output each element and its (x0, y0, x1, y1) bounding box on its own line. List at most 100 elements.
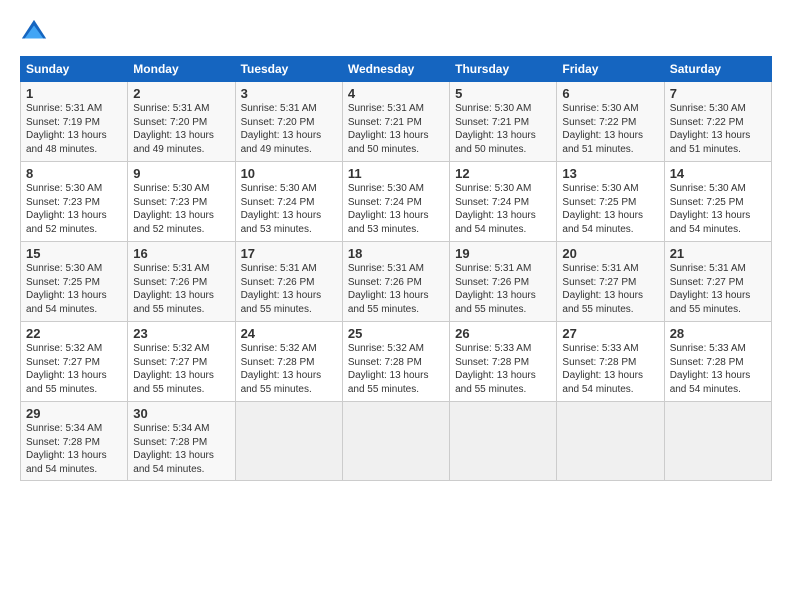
day-number: 4 (348, 86, 444, 101)
day-detail: Sunrise: 5:31 AMSunset: 7:19 PMDaylight:… (26, 103, 107, 155)
calendar-cell (450, 402, 557, 481)
day-detail: Sunrise: 5:33 AMSunset: 7:28 PMDaylight:… (562, 343, 643, 395)
calendar-cell: 6 Sunrise: 5:30 AMSunset: 7:22 PMDayligh… (557, 82, 664, 162)
day-number: 23 (133, 326, 229, 341)
day-number: 9 (133, 166, 229, 181)
col-header-friday: Friday (557, 57, 664, 82)
calendar-cell: 24 Sunrise: 5:32 AMSunset: 7:28 PMDaylig… (235, 322, 342, 402)
day-detail: Sunrise: 5:30 AMSunset: 7:24 PMDaylight:… (455, 183, 536, 235)
day-number: 2 (133, 86, 229, 101)
calendar-cell: 2 Sunrise: 5:31 AMSunset: 7:20 PMDayligh… (128, 82, 235, 162)
day-number: 24 (241, 326, 337, 341)
week-row-4: 22 Sunrise: 5:32 AMSunset: 7:27 PMDaylig… (21, 322, 772, 402)
day-number: 17 (241, 246, 337, 261)
calendar-cell: 10 Sunrise: 5:30 AMSunset: 7:24 PMDaylig… (235, 162, 342, 242)
day-detail: Sunrise: 5:32 AMSunset: 7:27 PMDaylight:… (26, 343, 107, 395)
calendar-cell: 20 Sunrise: 5:31 AMSunset: 7:27 PMDaylig… (557, 242, 664, 322)
calendar-cell: 23 Sunrise: 5:32 AMSunset: 7:27 PMDaylig… (128, 322, 235, 402)
day-detail: Sunrise: 5:30 AMSunset: 7:22 PMDaylight:… (670, 103, 751, 155)
day-number: 15 (26, 246, 122, 261)
day-detail: Sunrise: 5:31 AMSunset: 7:27 PMDaylight:… (562, 263, 643, 315)
day-number: 6 (562, 86, 658, 101)
calendar-cell: 28 Sunrise: 5:33 AMSunset: 7:28 PMDaylig… (664, 322, 771, 402)
col-header-thursday: Thursday (450, 57, 557, 82)
day-detail: Sunrise: 5:32 AMSunset: 7:28 PMDaylight:… (348, 343, 429, 395)
day-number: 19 (455, 246, 551, 261)
day-number: 3 (241, 86, 337, 101)
day-detail: Sunrise: 5:31 AMSunset: 7:27 PMDaylight:… (670, 263, 751, 315)
day-number: 10 (241, 166, 337, 181)
calendar-cell: 9 Sunrise: 5:30 AMSunset: 7:23 PMDayligh… (128, 162, 235, 242)
calendar-cell (235, 402, 342, 481)
day-detail: Sunrise: 5:30 AMSunset: 7:25 PMDaylight:… (26, 263, 107, 315)
day-detail: Sunrise: 5:30 AMSunset: 7:24 PMDaylight:… (241, 183, 322, 235)
day-detail: Sunrise: 5:31 AMSunset: 7:20 PMDaylight:… (241, 103, 322, 155)
day-detail: Sunrise: 5:30 AMSunset: 7:24 PMDaylight:… (348, 183, 429, 235)
calendar-cell: 12 Sunrise: 5:30 AMSunset: 7:24 PMDaylig… (450, 162, 557, 242)
day-detail: Sunrise: 5:31 AMSunset: 7:21 PMDaylight:… (348, 103, 429, 155)
day-detail: Sunrise: 5:31 AMSunset: 7:26 PMDaylight:… (348, 263, 429, 315)
day-detail: Sunrise: 5:31 AMSunset: 7:26 PMDaylight:… (133, 263, 214, 315)
calendar-cell: 19 Sunrise: 5:31 AMSunset: 7:26 PMDaylig… (450, 242, 557, 322)
calendar-cell: 8 Sunrise: 5:30 AMSunset: 7:23 PMDayligh… (21, 162, 128, 242)
week-row-5: 29 Sunrise: 5:34 AMSunset: 7:28 PMDaylig… (21, 402, 772, 481)
day-number: 13 (562, 166, 658, 181)
day-number: 22 (26, 326, 122, 341)
day-number: 11 (348, 166, 444, 181)
day-number: 7 (670, 86, 766, 101)
day-number: 20 (562, 246, 658, 261)
day-number: 25 (348, 326, 444, 341)
calendar-cell: 1 Sunrise: 5:31 AMSunset: 7:19 PMDayligh… (21, 82, 128, 162)
logo (20, 18, 52, 46)
day-number: 28 (670, 326, 766, 341)
header (20, 18, 772, 46)
calendar-cell: 25 Sunrise: 5:32 AMSunset: 7:28 PMDaylig… (342, 322, 449, 402)
calendar-cell: 11 Sunrise: 5:30 AMSunset: 7:24 PMDaylig… (342, 162, 449, 242)
day-detail: Sunrise: 5:31 AMSunset: 7:20 PMDaylight:… (133, 103, 214, 155)
calendar-table: SundayMondayTuesdayWednesdayThursdayFrid… (20, 56, 772, 481)
calendar-cell: 16 Sunrise: 5:31 AMSunset: 7:26 PMDaylig… (128, 242, 235, 322)
day-detail: Sunrise: 5:34 AMSunset: 7:28 PMDaylight:… (26, 423, 107, 475)
day-detail: Sunrise: 5:32 AMSunset: 7:27 PMDaylight:… (133, 343, 214, 395)
header-row: SundayMondayTuesdayWednesdayThursdayFrid… (21, 57, 772, 82)
calendar-cell (664, 402, 771, 481)
day-detail: Sunrise: 5:31 AMSunset: 7:26 PMDaylight:… (241, 263, 322, 315)
day-number: 30 (133, 406, 229, 421)
calendar-cell: 5 Sunrise: 5:30 AMSunset: 7:21 PMDayligh… (450, 82, 557, 162)
day-detail: Sunrise: 5:30 AMSunset: 7:21 PMDaylight:… (455, 103, 536, 155)
col-header-sunday: Sunday (21, 57, 128, 82)
week-row-2: 8 Sunrise: 5:30 AMSunset: 7:23 PMDayligh… (21, 162, 772, 242)
day-detail: Sunrise: 5:30 AMSunset: 7:23 PMDaylight:… (26, 183, 107, 235)
col-header-tuesday: Tuesday (235, 57, 342, 82)
calendar-cell: 21 Sunrise: 5:31 AMSunset: 7:27 PMDaylig… (664, 242, 771, 322)
calendar-cell: 27 Sunrise: 5:33 AMSunset: 7:28 PMDaylig… (557, 322, 664, 402)
calendar-cell: 4 Sunrise: 5:31 AMSunset: 7:21 PMDayligh… (342, 82, 449, 162)
calendar-cell: 26 Sunrise: 5:33 AMSunset: 7:28 PMDaylig… (450, 322, 557, 402)
day-detail: Sunrise: 5:33 AMSunset: 7:28 PMDaylight:… (455, 343, 536, 395)
calendar-cell: 7 Sunrise: 5:30 AMSunset: 7:22 PMDayligh… (664, 82, 771, 162)
day-number: 29 (26, 406, 122, 421)
col-header-monday: Monday (128, 57, 235, 82)
calendar-cell: 18 Sunrise: 5:31 AMSunset: 7:26 PMDaylig… (342, 242, 449, 322)
week-row-1: 1 Sunrise: 5:31 AMSunset: 7:19 PMDayligh… (21, 82, 772, 162)
page: SundayMondayTuesdayWednesdayThursdayFrid… (0, 0, 792, 612)
day-detail: Sunrise: 5:33 AMSunset: 7:28 PMDaylight:… (670, 343, 751, 395)
calendar-cell: 22 Sunrise: 5:32 AMSunset: 7:27 PMDaylig… (21, 322, 128, 402)
day-number: 8 (26, 166, 122, 181)
calendar-cell (557, 402, 664, 481)
col-header-saturday: Saturday (664, 57, 771, 82)
calendar-cell: 17 Sunrise: 5:31 AMSunset: 7:26 PMDaylig… (235, 242, 342, 322)
calendar-cell: 29 Sunrise: 5:34 AMSunset: 7:28 PMDaylig… (21, 402, 128, 481)
day-number: 12 (455, 166, 551, 181)
day-number: 5 (455, 86, 551, 101)
day-detail: Sunrise: 5:30 AMSunset: 7:23 PMDaylight:… (133, 183, 214, 235)
calendar-cell: 13 Sunrise: 5:30 AMSunset: 7:25 PMDaylig… (557, 162, 664, 242)
week-row-3: 15 Sunrise: 5:30 AMSunset: 7:25 PMDaylig… (21, 242, 772, 322)
day-detail: Sunrise: 5:34 AMSunset: 7:28 PMDaylight:… (133, 423, 214, 475)
day-number: 26 (455, 326, 551, 341)
day-number: 18 (348, 246, 444, 261)
day-number: 1 (26, 86, 122, 101)
day-detail: Sunrise: 5:31 AMSunset: 7:26 PMDaylight:… (455, 263, 536, 315)
calendar-cell: 14 Sunrise: 5:30 AMSunset: 7:25 PMDaylig… (664, 162, 771, 242)
day-detail: Sunrise: 5:32 AMSunset: 7:28 PMDaylight:… (241, 343, 322, 395)
